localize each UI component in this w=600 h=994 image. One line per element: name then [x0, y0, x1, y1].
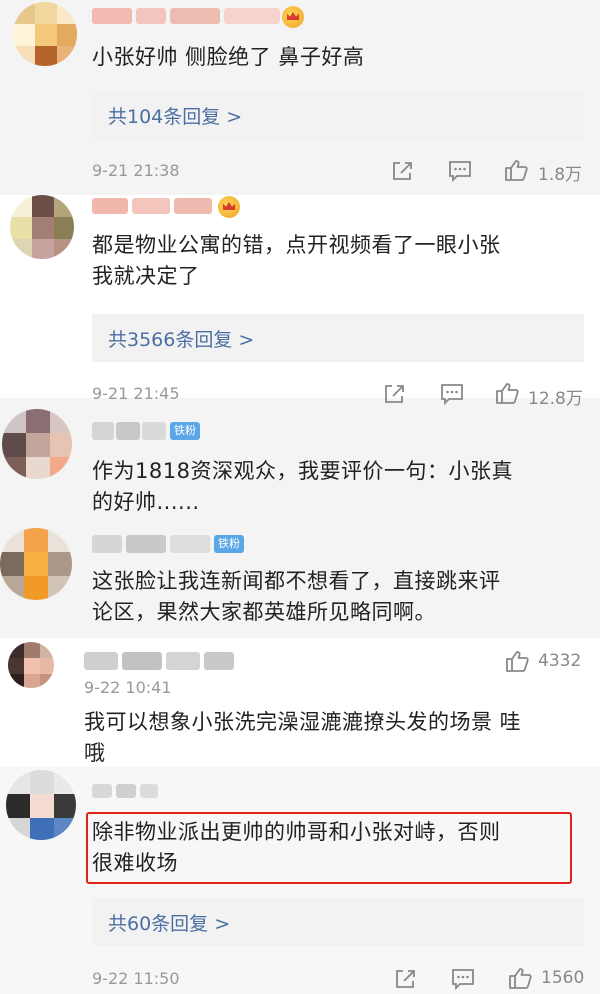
white-band-a	[0, 195, 600, 398]
comment-text: 这张脸让我连新闻都不想看了，直接跳来评 论区，果然大家都英雄所见略同啊。	[92, 569, 501, 624]
reply-count-button[interactable]: 共3566条回复 >	[92, 314, 584, 362]
reply-count-button[interactable]: 共104条回复 >	[92, 91, 584, 139]
comment-text: 除非物业派出更帅的帅哥和小张对峙，否则 很难收场	[92, 820, 501, 875]
username-blurred[interactable]	[92, 198, 212, 214]
comment-text: 小张好帅 侧脸绝了 鼻子好高	[92, 45, 365, 69]
comment-text: 我可以想象小张洗完澡湿漉漉撩头发的场景 哇 哦	[84, 710, 522, 765]
like-icon[interactable]	[504, 159, 528, 181]
timestamp: 9-22 10:41	[84, 678, 172, 697]
like-count: 1560	[541, 968, 585, 988]
like-icon[interactable]	[505, 650, 529, 672]
comment-text: 都是物业公寓的错，点开视频看了一眼小张 我就决定了	[92, 233, 501, 288]
reply-count-button[interactable]: 共60条回复 >	[92, 898, 584, 946]
avatar[interactable]	[8, 642, 54, 688]
avatar[interactable]	[10, 195, 74, 259]
like-icon[interactable]	[508, 967, 532, 989]
like-icon[interactable]	[495, 382, 519, 404]
avatar[interactable]	[13, 2, 77, 66]
avatar[interactable]	[2, 409, 72, 479]
comment-text: 作为1818资深观众，我要评价一句：小张真 的好帅......	[92, 459, 513, 514]
comment-icon[interactable]	[448, 160, 472, 183]
username-blurred[interactable]	[92, 784, 158, 798]
fan-badge: 铁粉	[170, 422, 200, 440]
comment-icon[interactable]	[440, 383, 464, 406]
username-blurred[interactable]	[92, 535, 210, 553]
fan-badge: 铁粉	[214, 535, 244, 553]
username-blurred[interactable]	[84, 652, 234, 670]
share-icon[interactable]	[383, 383, 407, 405]
crown-badge-icon	[282, 6, 304, 28]
share-icon[interactable]	[394, 968, 418, 990]
like-count: 1.8万	[538, 165, 583, 185]
like-count: 12.8万	[528, 389, 583, 409]
timestamp: 9-21 21:45	[92, 384, 180, 403]
avatar[interactable]	[6, 770, 76, 840]
comment-icon[interactable]	[451, 968, 475, 991]
avatar[interactable]	[0, 528, 72, 600]
crown-badge-icon	[218, 196, 240, 218]
username-blurred[interactable]	[92, 422, 166, 440]
timestamp: 9-21 21:38	[92, 161, 180, 180]
timestamp: 9-22 11:50	[92, 969, 180, 988]
share-icon[interactable]	[391, 160, 415, 182]
like-count: 4332	[538, 651, 582, 671]
username-blurred[interactable]	[92, 8, 282, 24]
